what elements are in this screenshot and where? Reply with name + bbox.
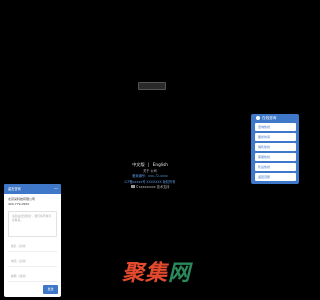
phone-input[interactable]: 电话（必填） xyxy=(8,256,57,268)
contact-item-hours[interactable]: 服务时间 xyxy=(255,133,296,141)
footer: 中文版 | English 关于 公司 备案编号：xxx-72-xxxx ICP… xyxy=(95,162,205,190)
contact-item-sales[interactable]: 销售热线 xyxy=(255,143,296,151)
minimize-icon[interactable]: — xyxy=(54,184,58,194)
chat-icon xyxy=(256,116,260,120)
chat-panel: 留言咨询 — 北京某科技有限公司 400-779-0950 请您在此处留言，我们… xyxy=(4,184,61,297)
lang-english-link[interactable]: English xyxy=(153,162,168,167)
watermark-logo: 聚集网 xyxy=(122,261,192,286)
contact-widget-header: 在线咨询 xyxy=(251,114,299,123)
chat-panel-info: 北京某科技有限公司 400-779-0950 xyxy=(4,194,61,206)
company-phone: 400-779-0950 xyxy=(8,201,30,206)
center-chip xyxy=(138,82,166,90)
contact-item-aftersales[interactable]: 售后热线 xyxy=(255,163,296,171)
lang-separator: | xyxy=(148,162,150,167)
chat-panel-header: 留言咨询 — xyxy=(4,184,61,194)
lang-chinese-link[interactable]: 中文版 xyxy=(132,162,145,167)
message-input[interactable]: 请您在此处留言，我们将尽快与您联系。 xyxy=(8,211,57,238)
contact-item-hotline[interactable]: 咨询热线 xyxy=(255,123,296,131)
name-input[interactable]: 姓名（必填） xyxy=(8,241,57,253)
contact-item-service[interactable]: 客服热线 xyxy=(255,153,296,161)
police-badge-icon xyxy=(130,185,135,189)
contact-widget: 在线咨询 咨询热线 服务时间 销售热线 客服热线 售后热线 返回顶部 xyxy=(251,114,299,184)
contact-item-top[interactable]: 返回顶部 xyxy=(255,173,296,181)
language-switch: 中文版 | English xyxy=(95,162,205,167)
send-button[interactable]: 发送 xyxy=(43,285,58,294)
email-input[interactable]: 邮箱（选填） xyxy=(8,271,57,283)
footer-line-support[interactable]: ©xxxxxxxxx 技术支持 xyxy=(95,185,205,190)
